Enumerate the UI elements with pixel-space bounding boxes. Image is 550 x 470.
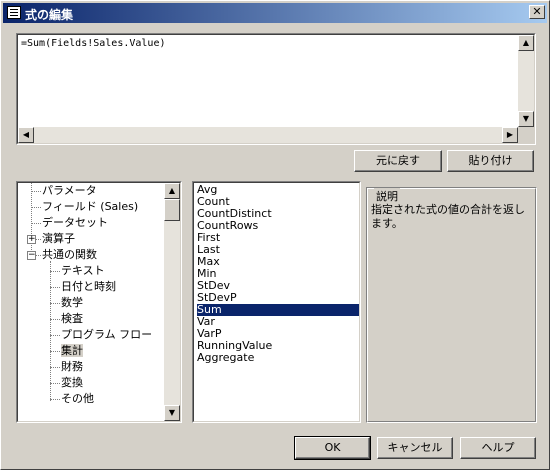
tree-line <box>50 319 60 320</box>
scroll-right-button[interactable]: ▶ <box>502 127 518 143</box>
tree-line <box>36 239 41 240</box>
tree-line <box>50 351 60 352</box>
scrollbar-corner <box>518 127 534 143</box>
cancel-button[interactable]: キャンセル <box>377 437 453 459</box>
description-legend: 説明 <box>374 188 400 204</box>
expression-text[interactable]: =Sum(Fields!Sales.Value) <box>21 38 514 49</box>
tree-item-aggregate[interactable]: 集計 <box>61 343 83 359</box>
list-item-aggregate[interactable]: Aggregate <box>197 352 359 364</box>
tree-item-text[interactable]: テキスト <box>61 263 105 279</box>
tree-line <box>50 303 60 304</box>
list-item-first[interactable]: First <box>197 232 359 244</box>
tree-item-label: 財務 <box>61 360 83 373</box>
tree-item-operators[interactable]: 演算子 <box>42 231 75 247</box>
list-item-last[interactable]: Last <box>197 244 359 256</box>
expression-editor[interactable]: =Sum(Fields!Sales.Value) ▲ ▼ ◀ ▶ <box>16 33 536 145</box>
tree-item-label: 変換 <box>61 376 83 389</box>
tree-item-misc[interactable]: その他 <box>61 391 94 407</box>
scroll-down-button[interactable]: ▼ <box>518 111 534 127</box>
tree-vertical-scrollbar[interactable]: ▲ ▼ <box>164 183 180 421</box>
tree-item-label: プログラム フロー <box>61 328 153 341</box>
editor-horizontal-scrollbar[interactable]: ◀ ▶ <box>18 127 518 143</box>
tree-item-label: テキスト <box>61 264 105 277</box>
tree-item-math[interactable]: 数学 <box>61 295 83 311</box>
tree-item-inspection[interactable]: 検査 <box>61 311 83 327</box>
tree-item-label: フィールド (Sales) <box>42 200 139 213</box>
tree-item-common-functions[interactable]: 共通の関数 <box>42 247 97 263</box>
tree-item-label: 共通の関数 <box>42 248 97 261</box>
description-group: 説明 指定された式の値の合計を返します。 <box>366 181 537 423</box>
tree-line <box>50 383 60 384</box>
tree-item-label: 演算子 <box>42 232 75 245</box>
scroll-thumb[interactable] <box>164 199 180 221</box>
tree-item-label: パラメータ <box>42 184 97 197</box>
scroll-up-button[interactable]: ▲ <box>164 183 180 199</box>
tree-item-datasets[interactable]: データセット <box>42 215 108 231</box>
expand-icon[interactable]: + <box>27 235 36 244</box>
scroll-up-button[interactable]: ▲ <box>518 35 534 51</box>
function-list[interactable]: Avg Count CountDistinct CountRows First … <box>192 181 361 423</box>
tree-line <box>50 271 60 272</box>
tree-item-label: 検査 <box>61 312 83 325</box>
tree-item-program-flow[interactable]: プログラム フロー <box>61 327 152 343</box>
dialog-icon <box>7 6 21 19</box>
ok-button[interactable]: OK <box>294 436 371 460</box>
tree-line <box>50 287 60 288</box>
scroll-down-button[interactable]: ▼ <box>164 405 180 421</box>
description-frame: 説明 指定された式の値の合計を返します。 <box>366 187 537 423</box>
list-item-countrows[interactable]: CountRows <box>197 220 359 232</box>
dialog-title: 式の編集 <box>25 8 74 22</box>
tree-item-fields[interactable]: フィールド (Sales) <box>42 199 138 215</box>
scroll-left-button[interactable]: ◀ <box>18 127 34 143</box>
tree-line <box>31 207 41 208</box>
help-button[interactable]: ヘルプ <box>460 437 536 459</box>
paste-button[interactable]: 貼り付け <box>447 150 534 172</box>
tree-item-label: 日付と時刻 <box>61 280 116 293</box>
list-item-sum[interactable]: Sum <box>197 304 359 316</box>
tree-line <box>50 261 51 401</box>
tree-line <box>50 367 60 368</box>
description-frame-inner: 説明 指定された式の値の合計を返します。 <box>367 188 536 422</box>
tree-item-label: その他 <box>61 392 94 405</box>
undo-button[interactable]: 元に戻す <box>354 150 442 172</box>
collapse-icon[interactable]: − <box>27 251 36 260</box>
tree-line <box>36 255 41 256</box>
category-tree[interactable]: パラメータ フィールド (Sales) データセット + 演算子 − 共通の関数… <box>16 181 182 423</box>
editor-vertical-scrollbar[interactable]: ▲ ▼ <box>518 35 534 127</box>
title-bar[interactable]: 式の編集 ✕ <box>3 3 547 23</box>
description-text: 指定された式の値の合計を返します。 <box>371 203 525 230</box>
tree-line <box>31 183 32 258</box>
tree-line <box>50 399 60 400</box>
tree-item-date-time[interactable]: 日付と時刻 <box>61 279 116 295</box>
tree-item-label: 集計 <box>61 344 83 357</box>
expression-editor-dialog: 式の編集 ✕ =Sum(Fields!Sales.Value) ▲ ▼ ◀ ▶ … <box>0 0 550 470</box>
close-button[interactable]: ✕ <box>529 5 545 19</box>
tree-line <box>50 335 60 336</box>
tree-line <box>31 223 41 224</box>
tree-item-parameters[interactable]: パラメータ <box>42 183 97 199</box>
tree-item-label: データセット <box>42 216 108 229</box>
tree-item-label: 数学 <box>61 296 83 309</box>
list-item-max[interactable]: Max <box>197 256 359 268</box>
tree-item-financial[interactable]: 財務 <box>61 359 83 375</box>
tree-line <box>31 191 41 192</box>
tree-item-conversion[interactable]: 変換 <box>61 375 83 391</box>
